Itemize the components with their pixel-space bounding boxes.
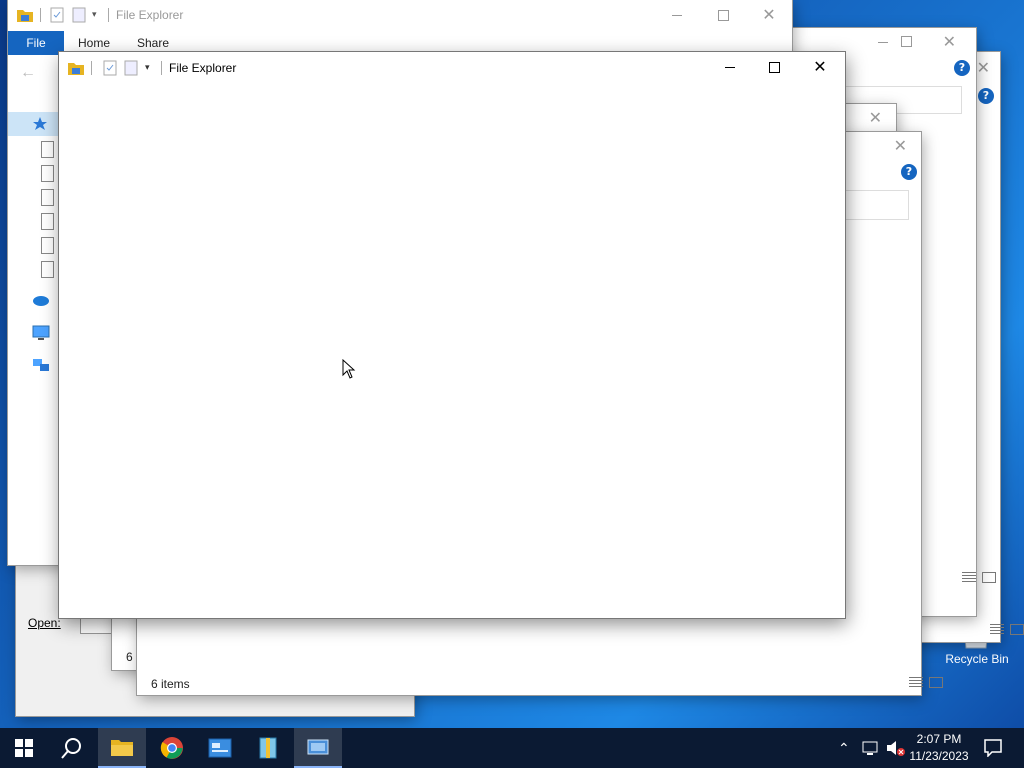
mouse-cursor-icon: [342, 359, 356, 379]
volume-muted-icon[interactable]: [886, 740, 906, 756]
maximize-icon[interactable]: [901, 36, 912, 47]
large-icons-view-icon[interactable]: [982, 572, 996, 583]
action-center-icon[interactable]: [984, 739, 1002, 757]
file-icon: [41, 141, 54, 158]
archive-icon: [259, 737, 277, 759]
control-panel-icon: [208, 738, 232, 758]
help-icon[interactable]: ?: [901, 164, 917, 180]
properties-icon[interactable]: [50, 7, 64, 23]
file-explorer-icon: [111, 740, 133, 756]
close-icon[interactable]: ✕: [869, 108, 882, 128]
explorer-window-active[interactable]: ▾ File Explorer ✕: [59, 52, 845, 618]
show-hidden-icons-icon[interactable]: ⌃: [838, 740, 850, 757]
file-icon: [41, 237, 54, 254]
help-icon[interactable]: ?: [978, 88, 994, 104]
taskbar-chrome[interactable]: [148, 728, 196, 768]
windows-start-icon: [15, 739, 33, 757]
maximize-button[interactable]: [700, 0, 746, 30]
clock-date[interactable]: 11/23/2023: [906, 749, 972, 763]
large-icons-view-icon[interactable]: [929, 677, 943, 688]
close-icon[interactable]: ✕: [943, 32, 956, 52]
search-icon: [61, 738, 81, 759]
window-title: File Explorer: [169, 61, 237, 75]
large-icons-view-icon[interactable]: [1010, 624, 1024, 635]
close-icon[interactable]: ✕: [894, 136, 907, 156]
onedrive-icon[interactable]: [32, 294, 50, 306]
taskbar-file-explorer[interactable]: [98, 728, 146, 768]
window-title: File Explorer: [116, 8, 184, 22]
ribbon-file-tab[interactable]: File: [8, 31, 64, 55]
search-button[interactable]: [48, 728, 96, 768]
close-icon[interactable]: ✕: [977, 58, 990, 78]
close-button[interactable]: ✕: [746, 0, 792, 30]
open-label: Open:: [28, 616, 61, 630]
maximize-button[interactable]: [751, 52, 797, 82]
customize-toolbar-icon[interactable]: ▾: [145, 62, 150, 73]
details-view-icon[interactable]: [909, 677, 923, 688]
new-folder-icon[interactable]: [72, 7, 86, 23]
file-icon: [41, 261, 54, 278]
file-icon: [41, 213, 54, 230]
file-icon: [41, 189, 54, 206]
chrome-icon: [160, 737, 183, 759]
network-status-icon[interactable]: [862, 740, 880, 756]
folder-icon: [17, 10, 33, 22]
ribbon-home-tab[interactable]: Home: [78, 36, 110, 50]
customize-toolbar-icon[interactable]: ▾: [92, 9, 97, 20]
minimize-icon[interactable]: [878, 42, 888, 43]
taskbar: ⌃ 2:07 PM 11/23/2023: [0, 728, 1024, 768]
start-button[interactable]: [0, 728, 48, 768]
minimize-button[interactable]: [654, 0, 700, 30]
taskbar-archive[interactable]: [244, 728, 292, 768]
app-icon: [307, 739, 329, 755]
details-view-icon[interactable]: [990, 624, 1004, 635]
help-icon[interactable]: ?: [954, 60, 970, 76]
details-view-icon[interactable]: [962, 572, 976, 583]
new-folder-icon[interactable]: [124, 60, 138, 76]
taskbar-app[interactable]: [294, 728, 342, 768]
status-item-count: 6 items: [151, 677, 190, 691]
network-icon[interactable]: [32, 357, 50, 373]
properties-icon[interactable]: [103, 60, 117, 76]
clock-time[interactable]: 2:07 PM: [906, 732, 972, 746]
folder-icon: [68, 63, 84, 75]
star-icon: [33, 117, 47, 130]
file-icon: [41, 165, 54, 182]
this-pc-icon[interactable]: [32, 325, 50, 341]
close-button[interactable]: ✕: [797, 52, 843, 82]
minimize-button[interactable]: [707, 52, 753, 82]
ribbon-share-tab[interactable]: Share: [137, 36, 169, 50]
taskbar-control-panel[interactable]: [196, 728, 244, 768]
nav-quick-access[interactable]: [8, 112, 60, 136]
back-arrow-icon[interactable]: ←: [20, 64, 36, 82]
recycle-bin-label: Recycle Bin: [945, 652, 1009, 666]
